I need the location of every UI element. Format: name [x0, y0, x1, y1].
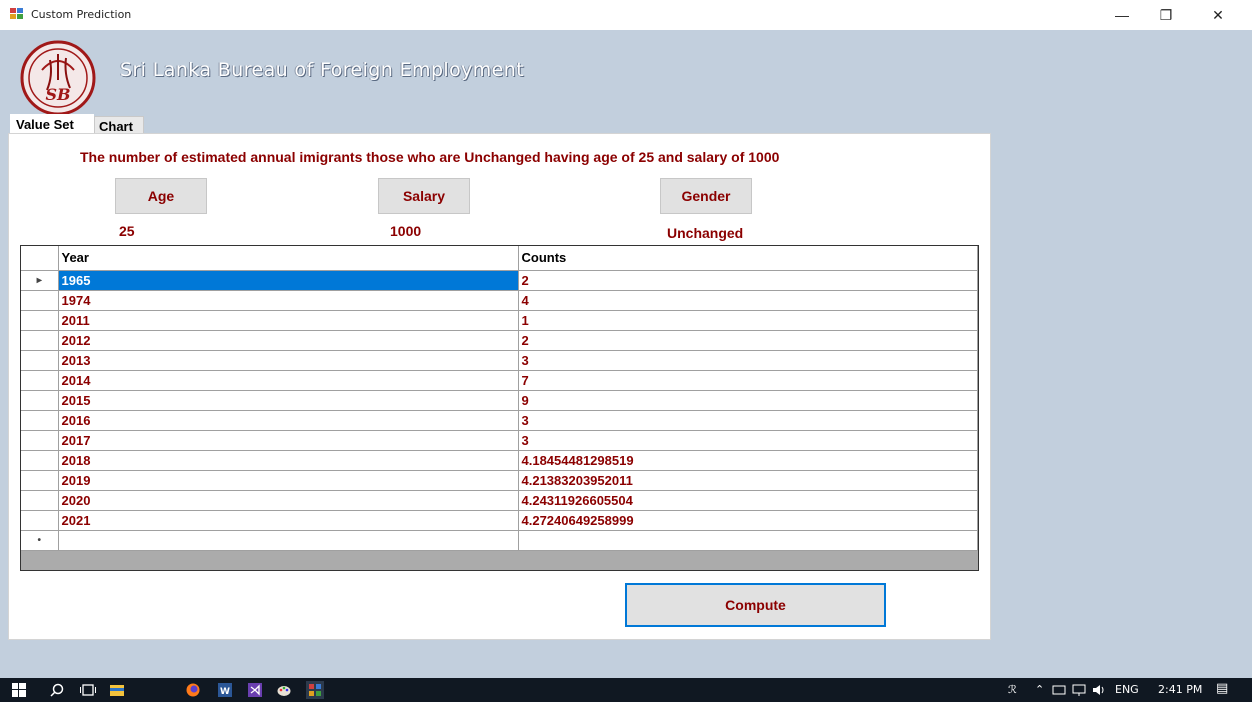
row-header[interactable]: [21, 470, 59, 491]
word-icon[interactable]: W: [218, 683, 232, 697]
row-header[interactable]: [21, 330, 59, 351]
count-cell[interactable]: 9: [518, 390, 978, 411]
year-cell[interactable]: 2019: [58, 470, 519, 491]
salary-button[interactable]: Salary: [378, 178, 470, 214]
salary-value: 1000: [390, 223, 422, 239]
count-cell[interactable]: 2: [518, 330, 978, 351]
grid-header-row: Year Counts: [21, 246, 978, 271]
table-row[interactable]: 2021 4.27240649258999: [21, 510, 978, 531]
table-row[interactable]: ▸ 1965 2: [21, 270, 978, 291]
year-cell[interactable]: 2021: [58, 510, 519, 531]
table-row[interactable]: 2012 2: [21, 330, 978, 351]
row-header[interactable]: [21, 410, 59, 431]
notification-icon[interactable]: ▤: [1216, 681, 1228, 696]
year-cell[interactable]: 2011: [58, 310, 519, 331]
row-header[interactable]: [21, 430, 59, 451]
year-cell[interactable]: 2013: [58, 350, 519, 371]
chevron-up-icon[interactable]: ⌃: [1035, 683, 1044, 696]
count-cell[interactable]: 4.21383203952011: [518, 470, 978, 491]
svg-text:W: W: [220, 687, 230, 697]
row-header[interactable]: [21, 450, 59, 471]
title-bar: Custom Prediction — ❐ ✕: [0, 0, 1252, 30]
compute-button[interactable]: Compute: [625, 583, 886, 627]
year-cell[interactable]: [58, 530, 519, 551]
network-icon[interactable]: [1072, 683, 1086, 697]
gender-value: Unchanged: [667, 225, 744, 241]
row-header[interactable]: [21, 370, 59, 391]
column-header-year[interactable]: Year: [58, 246, 519, 271]
count-cell[interactable]: 3: [518, 410, 978, 431]
table-row[interactable]: 2015 9: [21, 390, 978, 411]
app-icon: [10, 8, 24, 20]
table-row[interactable]: 2016 3: [21, 410, 978, 431]
column-header-counts[interactable]: Counts: [518, 246, 978, 271]
row-header[interactable]: [21, 290, 59, 311]
year-cell[interactable]: 2018: [58, 450, 519, 471]
count-cell[interactable]: 3: [518, 350, 978, 371]
count-cell[interactable]: 3: [518, 430, 978, 451]
restore-button[interactable]: ❐: [1144, 2, 1188, 28]
year-cell[interactable]: 2012: [58, 330, 519, 351]
count-cell[interactable]: 4: [518, 290, 978, 311]
row-header[interactable]: •: [21, 530, 59, 551]
input-indicator-icon[interactable]: [1052, 683, 1066, 697]
results-grid[interactable]: Year Counts ▸ 1965 2 1974 4 2011 1 2012 2 2013 3 20…: [20, 245, 979, 571]
row-header-corner[interactable]: [21, 246, 59, 271]
age-value: 25: [119, 223, 135, 239]
age-button[interactable]: Age: [115, 178, 207, 214]
table-row[interactable]: 2013 3: [21, 350, 978, 371]
count-cell[interactable]: 4.24311926605504: [518, 490, 978, 511]
year-cell[interactable]: 1974: [58, 290, 519, 311]
language-indicator[interactable]: ENG: [1115, 683, 1139, 696]
volume-icon[interactable]: [1092, 683, 1106, 697]
clock[interactable]: 2:41 PM: [1158, 683, 1202, 696]
new-row[interactable]: •: [21, 530, 978, 551]
windows-start-icon[interactable]: [12, 683, 26, 697]
count-cell[interactable]: 7: [518, 370, 978, 391]
window-title: Custom Prediction: [31, 8, 132, 21]
custom-prediction-app-icon[interactable]: [306, 681, 324, 699]
count-cell[interactable]: 4.18454481298519: [518, 450, 978, 471]
table-row[interactable]: 1974 4: [21, 290, 978, 311]
table-row[interactable]: 2020 4.24311926605504: [21, 490, 978, 511]
year-cell[interactable]: 2017: [58, 430, 519, 451]
sbfe-logo: SB: [20, 40, 96, 116]
client-area: SB Sri Lanka Bureau of Foreign Employmen…: [0, 30, 1252, 678]
count-cell[interactable]: 1: [518, 310, 978, 331]
count-cell[interactable]: 2: [518, 270, 978, 291]
year-cell[interactable]: 1965: [58, 270, 519, 291]
year-cell[interactable]: 2015: [58, 390, 519, 411]
taskbar: W ℛ ⌃ ENG 2:41 PM ▤: [0, 678, 1252, 702]
row-header[interactable]: [21, 350, 59, 371]
prediction-description: The number of estimated annual imigrants…: [80, 149, 780, 165]
count-cell[interactable]: 4.27240649258999: [518, 510, 978, 531]
svg-text:SB: SB: [45, 85, 70, 104]
table-row[interactable]: 2018 4.18454481298519: [21, 450, 978, 471]
people-icon[interactable]: ℛ: [1008, 683, 1017, 696]
visual-studio-icon[interactable]: [248, 683, 262, 697]
org-title: Sri Lanka Bureau of Foreign Employment: [120, 59, 525, 81]
table-row[interactable]: 2011 1: [21, 310, 978, 331]
task-view-icon[interactable]: [80, 683, 96, 697]
close-button[interactable]: ✕: [1196, 2, 1240, 28]
count-cell[interactable]: [518, 530, 978, 551]
gender-button[interactable]: Gender: [660, 178, 752, 214]
year-cell[interactable]: 2016: [58, 410, 519, 431]
file-explorer-icon[interactable]: [110, 683, 124, 697]
row-header[interactable]: [21, 510, 59, 531]
row-header[interactable]: [21, 490, 59, 511]
table-row[interactable]: 2019 4.21383203952011: [21, 470, 978, 491]
row-header[interactable]: ▸: [21, 270, 59, 291]
row-header[interactable]: [21, 310, 59, 331]
paint-icon[interactable]: [277, 683, 291, 697]
table-row[interactable]: 2014 7: [21, 370, 978, 391]
minimize-button[interactable]: —: [1100, 2, 1144, 28]
year-cell[interactable]: 2014: [58, 370, 519, 391]
year-cell[interactable]: 2020: [58, 490, 519, 511]
firefox-icon[interactable]: [186, 683, 200, 697]
row-header[interactable]: [21, 390, 59, 411]
value-set-panel: The number of estimated annual imigrants…: [8, 133, 991, 640]
search-icon[interactable]: [50, 683, 64, 697]
table-row[interactable]: 2017 3: [21, 430, 978, 451]
